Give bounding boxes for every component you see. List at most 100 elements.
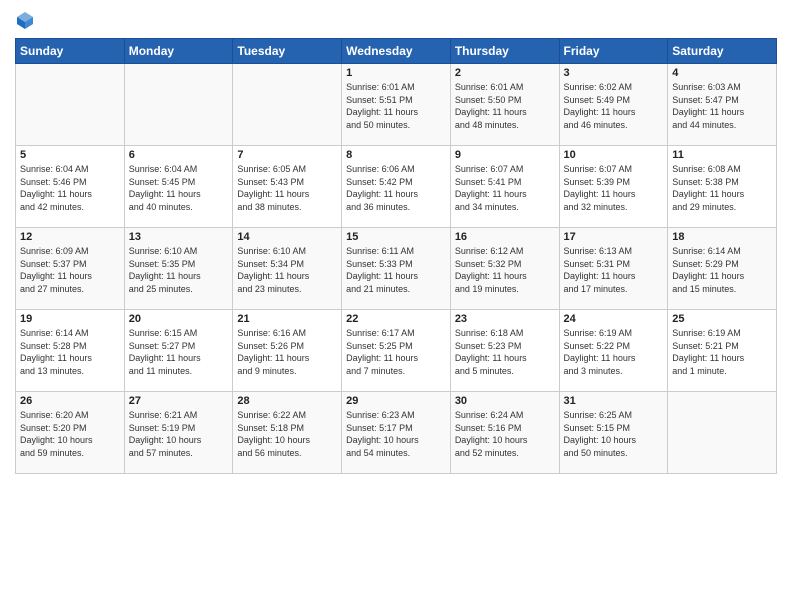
day-info: Sunrise: 6:07 AM Sunset: 5:39 PM Dayligh… [564,163,664,213]
day-info: Sunrise: 6:02 AM Sunset: 5:49 PM Dayligh… [564,81,664,131]
day-cell: 7 Sunrise: 6:05 AM Sunset: 5:43 PM Daylig… [233,146,342,228]
day-info: Sunrise: 6:08 AM Sunset: 5:38 PM Dayligh… [672,163,772,213]
day-cell [668,392,777,474]
day-number: 13 [129,231,229,243]
calendar-table: SundayMondayTuesdayWednesdayThursdayFrid… [15,38,777,474]
day-cell: 29Sunrise: 6:23 AM Sunset: 5:17 PM Dayli… [342,392,451,474]
day-cell: 11 Sunrise: 6:08 AM Sunset: 5:38 PM Dayli… [668,146,777,228]
day-cell: 19 Sunrise: 6:14 AM Sunset: 5:28 PM Dayli… [16,310,125,392]
day-info: Sunrise: 6:10 AM Sunset: 5:34 PM Dayligh… [237,245,337,295]
logo-icon [15,10,35,30]
day-number: 14 [237,231,337,243]
day-cell: 4 Sunrise: 6:03 AM Sunset: 5:47 PM Daylig… [668,64,777,146]
day-info: Sunrise: 6:15 AM Sunset: 5:27 PM Dayligh… [129,327,229,377]
day-cell: 10 Sunrise: 6:07 AM Sunset: 5:39 PM Dayli… [559,146,668,228]
day-number: 3 [564,67,664,79]
day-info: Sunrise: 6:24 AM Sunset: 5:16 PM Dayligh… [455,409,555,459]
day-number: 2 [455,67,555,79]
day-cell: 17 Sunrise: 6:13 AM Sunset: 5:31 PM Dayli… [559,228,668,310]
day-number: 30 [455,395,555,407]
day-cell: 20 Sunrise: 6:15 AM Sunset: 5:27 PM Dayli… [124,310,233,392]
day-number: 16 [455,231,555,243]
logo [15,10,37,30]
day-info: Sunrise: 6:18 AM Sunset: 5:23 PM Dayligh… [455,327,555,377]
weekday-header-monday: Monday [124,39,233,64]
week-row-2: 5 Sunrise: 6:04 AM Sunset: 5:46 PM Daylig… [16,146,777,228]
day-info: Sunrise: 6:20 AM Sunset: 5:20 PM Dayligh… [20,409,120,459]
weekday-header-saturday: Saturday [668,39,777,64]
weekday-header-thursday: Thursday [450,39,559,64]
day-cell: 24Sunrise: 6:19 AM Sunset: 5:22 PM Dayli… [559,310,668,392]
day-info: Sunrise: 6:05 AM Sunset: 5:43 PM Dayligh… [237,163,337,213]
day-info: Sunrise: 6:13 AM Sunset: 5:31 PM Dayligh… [564,245,664,295]
day-cell: 12Sunrise: 6:09 AM Sunset: 5:37 PM Dayli… [16,228,125,310]
week-row-5: 26 Sunrise: 6:20 AM Sunset: 5:20 PM Dayli… [16,392,777,474]
day-number: 31 [564,395,664,407]
day-number: 8 [346,149,446,161]
page: SundayMondayTuesdayWednesdayThursdayFrid… [0,0,792,612]
day-cell: 18 Sunrise: 6:14 AM Sunset: 5:29 PM Dayli… [668,228,777,310]
day-info: Sunrise: 6:03 AM Sunset: 5:47 PM Dayligh… [672,81,772,131]
day-cell: 16 Sunrise: 6:12 AM Sunset: 5:32 PM Dayli… [450,228,559,310]
day-number: 7 [237,149,337,161]
day-info: Sunrise: 6:19 AM Sunset: 5:21 PM Dayligh… [672,327,772,377]
day-info: Sunrise: 6:22 AM Sunset: 5:18 PM Dayligh… [237,409,337,459]
day-info: Sunrise: 6:12 AM Sunset: 5:32 PM Dayligh… [455,245,555,295]
day-number: 20 [129,313,229,325]
day-cell: 8Sunrise: 6:06 AM Sunset: 5:42 PM Daylig… [342,146,451,228]
day-cell: 22 Sunrise: 6:17 AM Sunset: 5:25 PM Dayli… [342,310,451,392]
weekday-header-tuesday: Tuesday [233,39,342,64]
day-number: 27 [129,395,229,407]
day-info: Sunrise: 6:14 AM Sunset: 5:28 PM Dayligh… [20,327,120,377]
week-row-4: 19 Sunrise: 6:14 AM Sunset: 5:28 PM Dayli… [16,310,777,392]
day-info: Sunrise: 6:17 AM Sunset: 5:25 PM Dayligh… [346,327,446,377]
weekday-header-sunday: Sunday [16,39,125,64]
day-info: Sunrise: 6:21 AM Sunset: 5:19 PM Dayligh… [129,409,229,459]
weekday-header-friday: Friday [559,39,668,64]
weekday-header-wednesday: Wednesday [342,39,451,64]
day-number: 9 [455,149,555,161]
day-info: Sunrise: 6:11 AM Sunset: 5:33 PM Dayligh… [346,245,446,295]
day-cell: 2Sunrise: 6:01 AM Sunset: 5:50 PM Daylig… [450,64,559,146]
day-number: 18 [672,231,772,243]
day-cell: 31Sunrise: 6:25 AM Sunset: 5:15 PM Dayli… [559,392,668,474]
day-cell: 25 Sunrise: 6:19 AM Sunset: 5:21 PM Dayli… [668,310,777,392]
day-cell: 3 Sunrise: 6:02 AM Sunset: 5:49 PM Daylig… [559,64,668,146]
day-info: Sunrise: 6:10 AM Sunset: 5:35 PM Dayligh… [129,245,229,295]
day-cell: 9 Sunrise: 6:07 AM Sunset: 5:41 PM Daylig… [450,146,559,228]
day-number: 25 [672,313,772,325]
day-number: 23 [455,313,555,325]
day-info: Sunrise: 6:14 AM Sunset: 5:29 PM Dayligh… [672,245,772,295]
day-number: 17 [564,231,664,243]
day-number: 11 [672,149,772,161]
day-cell [16,64,125,146]
day-number: 4 [672,67,772,79]
day-cell [124,64,233,146]
day-cell: 5 Sunrise: 6:04 AM Sunset: 5:46 PM Daylig… [16,146,125,228]
day-number: 26 [20,395,120,407]
day-cell: 6Sunrise: 6:04 AM Sunset: 5:45 PM Daylig… [124,146,233,228]
day-cell: 13 Sunrise: 6:10 AM Sunset: 5:35 PM Dayli… [124,228,233,310]
weekday-header-row: SundayMondayTuesdayWednesdayThursdayFrid… [16,39,777,64]
header [15,10,777,30]
day-number: 28 [237,395,337,407]
day-number: 15 [346,231,446,243]
week-row-3: 12Sunrise: 6:09 AM Sunset: 5:37 PM Dayli… [16,228,777,310]
day-info: Sunrise: 6:16 AM Sunset: 5:26 PM Dayligh… [237,327,337,377]
day-cell: 30 Sunrise: 6:24 AM Sunset: 5:16 PM Dayli… [450,392,559,474]
day-cell: 21Sunrise: 6:16 AM Sunset: 5:26 PM Dayli… [233,310,342,392]
day-info: Sunrise: 6:07 AM Sunset: 5:41 PM Dayligh… [455,163,555,213]
day-cell: 15 Sunrise: 6:11 AM Sunset: 5:33 PM Dayli… [342,228,451,310]
day-info: Sunrise: 6:04 AM Sunset: 5:46 PM Dayligh… [20,163,120,213]
day-number: 10 [564,149,664,161]
day-number: 29 [346,395,446,407]
day-cell: 28 Sunrise: 6:22 AM Sunset: 5:18 PM Dayli… [233,392,342,474]
day-cell: 26 Sunrise: 6:20 AM Sunset: 5:20 PM Dayli… [16,392,125,474]
day-number: 22 [346,313,446,325]
day-info: Sunrise: 6:09 AM Sunset: 5:37 PM Dayligh… [20,245,120,295]
day-info: Sunrise: 6:04 AM Sunset: 5:45 PM Dayligh… [129,163,229,213]
day-info: Sunrise: 6:19 AM Sunset: 5:22 PM Dayligh… [564,327,664,377]
day-cell [233,64,342,146]
day-number: 19 [20,313,120,325]
day-number: 5 [20,149,120,161]
